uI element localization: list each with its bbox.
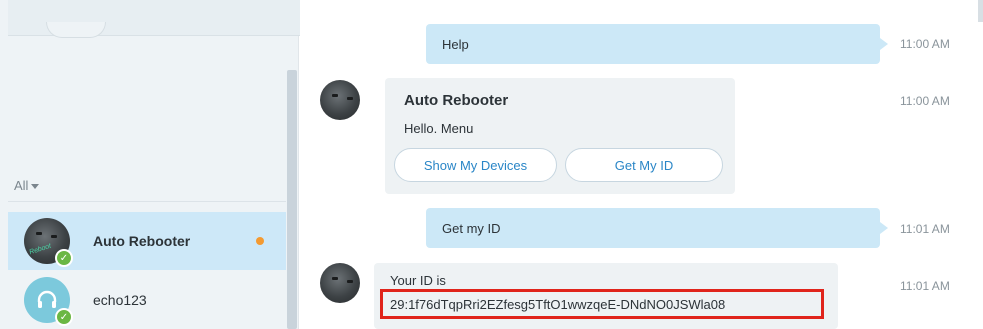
message-text: Your ID is: [390, 273, 446, 288]
contact-item-auto-rebooter[interactable]: Reboot ✓ Auto Rebooter: [8, 212, 286, 270]
user-id-value[interactable]: 29:1f76dTqpRri2EZfesg5TftO1wwzqeE-DNdNO0…: [380, 289, 824, 319]
incoming-message-card: Auto Rebooter Hello. Menu Show My Device…: [385, 78, 735, 194]
filter-label: All: [14, 178, 29, 193]
avatar: [320, 80, 360, 120]
contacts-sidebar: All Reboot ✓ Auto Rebooter ✓ echo123: [0, 0, 300, 329]
sender-name: Auto Rebooter: [404, 92, 509, 109]
message-text: Hello. Menu: [404, 121, 474, 136]
sidebar-header-tab[interactable]: [46, 22, 106, 38]
divider: [8, 201, 286, 202]
contact-name: echo123: [93, 292, 147, 308]
unread-indicator: [256, 237, 264, 245]
online-status-icon: ✓: [55, 308, 73, 326]
contact-filter-dropdown[interactable]: All: [14, 178, 40, 193]
message-timestamp: 11:00 AM: [900, 94, 950, 108]
avatar: [320, 263, 360, 303]
chat-scrollbar[interactable]: [978, 0, 983, 22]
incoming-message: Your ID is 29:1f76dTqpRri2EZfesg5TftO1ww…: [374, 263, 838, 329]
contact-item-echo123[interactable]: ✓ echo123: [8, 271, 286, 329]
avatar: Reboot ✓: [24, 218, 73, 267]
avatar: ✓: [24, 277, 73, 326]
online-status-icon: ✓: [55, 249, 73, 267]
message-timestamp: 11:01 AM: [900, 279, 950, 293]
sidebar-scrollbar[interactable]: [287, 70, 297, 329]
show-my-devices-button[interactable]: Show My Devices: [394, 148, 557, 182]
message-text: Help: [442, 36, 469, 52]
outgoing-message: Get my ID: [426, 208, 888, 248]
message-timestamp: 11:00 AM: [900, 37, 950, 51]
bot-avatar-icon: [320, 80, 360, 120]
sidebar-header: [8, 0, 300, 38]
outgoing-message: Help: [426, 24, 888, 64]
message-timestamp: 11:01 AM: [900, 222, 950, 236]
contact-name: Auto Rebooter: [93, 233, 191, 249]
get-my-id-button[interactable]: Get My ID: [565, 148, 723, 182]
bot-avatar-icon: [320, 263, 360, 303]
message-text: Get my ID: [442, 220, 501, 236]
chevron-down-icon: [31, 184, 40, 189]
